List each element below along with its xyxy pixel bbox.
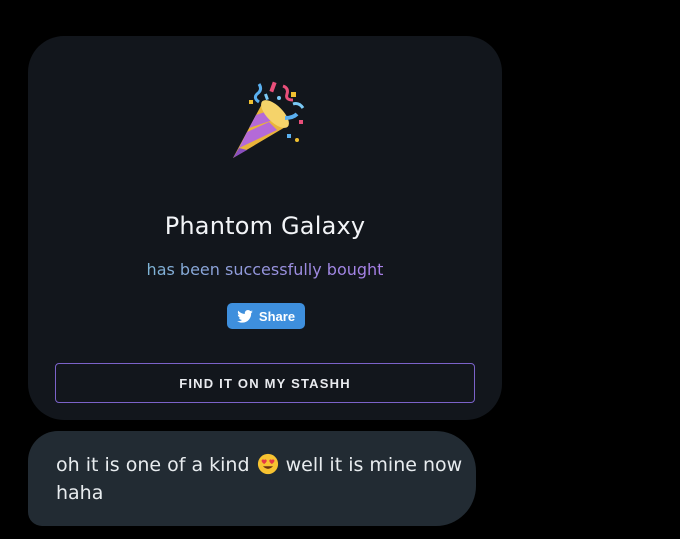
chat-message-bubble: oh it is one of a kind well it is mine n… — [28, 431, 476, 526]
party-popper-icon — [233, 81, 305, 158]
share-label: Share — [258, 308, 296, 324]
chat-screen: Phantom Galaxy has been successfully bou… — [0, 0, 680, 539]
share-button[interactable]: Share — [227, 303, 305, 329]
heart-eyes-emoji-icon — [257, 453, 278, 475]
purchase-status-text: has been successfully bought — [28, 260, 502, 279]
purchase-status-label: has been successfully bought — [146, 260, 384, 279]
message-text-before: oh it is one of a kind — [56, 454, 250, 476]
find-it-label: FIND IT ON MY STASHH — [179, 375, 351, 391]
purchase-success-card: Phantom Galaxy has been successfully bou… — [28, 36, 502, 420]
find-it-on-stashh-button[interactable]: FIND IT ON MY STASHH — [55, 363, 475, 403]
twitter-bird-icon — [237, 309, 253, 323]
message-text: oh it is one of a kind well it is mine n… — [56, 451, 466, 507]
item-title: Phantom Galaxy — [164, 212, 366, 240]
